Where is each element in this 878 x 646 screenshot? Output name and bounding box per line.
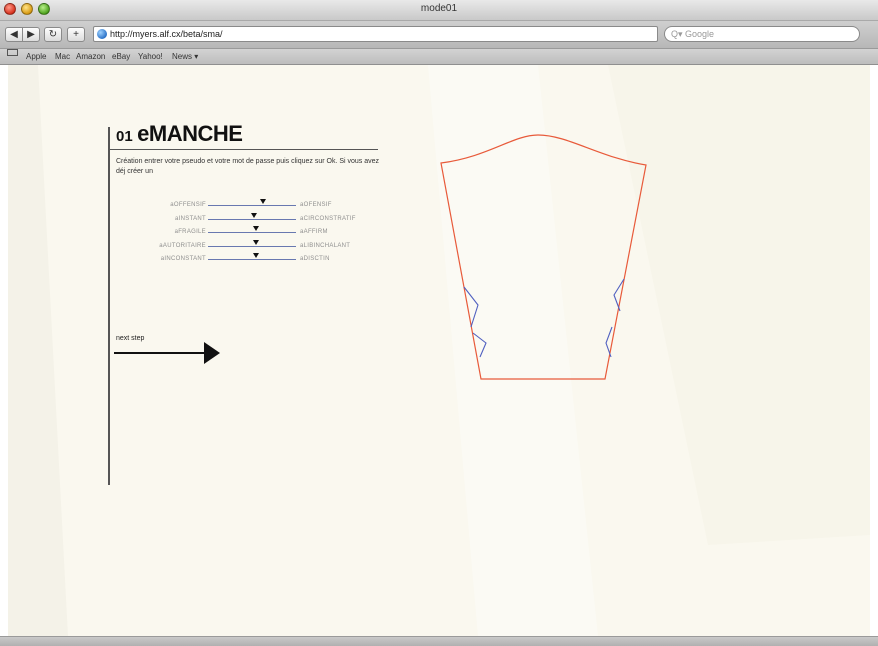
add-bookmark-button[interactable]: +	[67, 27, 85, 42]
dart-right-bottom	[605, 326, 613, 358]
open-book-icon[interactable]	[7, 49, 18, 56]
reload-button[interactable]: ↻	[44, 27, 62, 42]
address-url: http://myers.alf.cx/beta/sma/	[110, 29, 223, 39]
bookmark-mac[interactable]: Mac	[55, 49, 70, 64]
dart-left-top	[463, 286, 479, 328]
bookmark-yahoo[interactable]: Yahoo!	[138, 49, 163, 64]
back-button[interactable]: ◀	[5, 27, 23, 42]
forward-button[interactable]: ▶	[22, 27, 40, 42]
bookmark-ebay[interactable]: eBay	[112, 49, 130, 64]
window-titlebar: mode01	[0, 0, 878, 21]
bookmarks-bar: Apple Mac Amazon eBay Yahoo! News ▾	[0, 49, 878, 65]
sleeve-pattern	[440, 134, 647, 380]
page-content: 01 eMANCHE Création entrer votre pseudo …	[8, 65, 870, 636]
address-bar[interactable]: http://myers.alf.cx/beta/sma/	[93, 26, 658, 42]
sleeve-outline	[440, 134, 647, 380]
window-title: mode01	[420, 3, 458, 14]
search-field[interactable]: Q▾ Google	[664, 26, 860, 42]
bookmark-amazon[interactable]: Amazon	[76, 49, 105, 64]
bookmark-news-menu[interactable]: News ▾	[172, 49, 198, 64]
browser-toolbar: ◀ ▶ ↻ + http://myers.alf.cx/beta/sma/ Q▾…	[0, 21, 878, 49]
globe-icon	[97, 29, 107, 39]
search-placeholder: Q▾ Google	[671, 29, 715, 39]
bookmark-apple[interactable]: Apple	[26, 49, 46, 64]
